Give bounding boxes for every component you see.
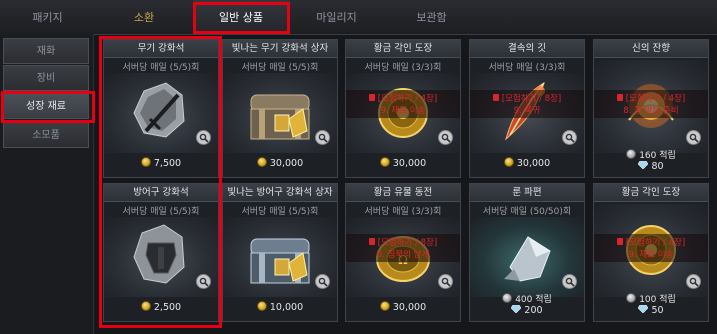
shop-card-bond-feather[interactable]: 결속의 깃 서버당 매일 (3/3)회 [모험하기 / 8장] 9. 폭귀 30…	[469, 39, 585, 178]
card-title: 황금 각인 도장	[594, 184, 708, 202]
zoom-icon[interactable]	[315, 274, 330, 289]
card-mileage: 100 적립	[594, 292, 708, 305]
shop-card-gold-seal[interactable]: 황금 각인 도장 서버당 매일 (3/3)회 [모험하기 / 4장] 9. 재료…	[345, 39, 461, 178]
card-title: 무기 강화석	[104, 40, 218, 58]
lock-requirement: [모험하기 / 4장] 9. 재료 이송	[346, 90, 460, 118]
card-price: 30,000	[470, 157, 584, 169]
card-title: 룬 파편	[470, 184, 584, 202]
sidebar-item-growth-materials[interactable]: 성장 재료	[3, 93, 89, 119]
card-purchase-limit: 서버당 매일 (3/3)회	[364, 63, 442, 73]
zoom-icon[interactable]	[562, 274, 577, 289]
lock-icon	[368, 94, 375, 101]
shop-card-weapon-stone[interactable]: 무기 강화석 서버당 매일 (5/5)회 7,500	[103, 39, 219, 178]
card-price: 10,000	[223, 301, 337, 313]
sidebar-item-consumables[interactable]: 소모품	[3, 122, 89, 148]
gold-coin-icon	[503, 157, 514, 167]
gold-coin-icon	[256, 157, 267, 167]
lock-requirement: [모험하기 / 4장] 9. 재료 이송	[594, 234, 708, 262]
zoom-icon[interactable]	[196, 274, 211, 289]
shop-card-gold-relic-coin[interactable]: 황금 유물 동전 서버당 매일 (3/3)회 Ω [모험하기 / 8장] 6. …	[345, 183, 461, 322]
shop-card-weapon-stone-chest[interactable]: 빛나는 무기 강화석 상자 서버당 매일 (5/5)회 30,000	[222, 39, 338, 178]
gold-coin-icon	[140, 301, 151, 311]
diamond-icon	[511, 305, 522, 313]
card-purchase-limit: 서버당 매일 (5/5)회	[122, 207, 200, 217]
gold-coin-icon	[379, 157, 390, 167]
card-gem-price: 80	[594, 161, 708, 172]
mileage-coin-icon	[502, 293, 513, 303]
card-title: 방어구 강화석	[104, 184, 218, 202]
tab-mileage[interactable]: 마일리지	[289, 0, 384, 34]
lock-icon	[368, 238, 375, 245]
shop-card-armor-stone[interactable]: 방어구 강화석 서버당 매일 (5/5)회 2,500	[103, 183, 219, 322]
card-title: 결속의 깃	[470, 40, 584, 58]
card-price: 7,500	[104, 157, 218, 169]
lock-icon	[492, 94, 499, 101]
card-purchase-limit: 서버당 매일 (3/3)회	[364, 207, 442, 217]
zoom-icon[interactable]	[686, 130, 701, 145]
zoom-icon[interactable]	[438, 274, 453, 289]
shop-card-armor-stone-chest[interactable]: 빛나는 방어구 강화석 상자 서버당 매일 (5/5)회 10,000	[222, 183, 338, 322]
sidebar-item-currency[interactable]: 재화	[3, 38, 89, 64]
zoom-icon[interactable]	[315, 130, 330, 145]
mileage-coin-icon	[626, 293, 637, 303]
lock-icon	[616, 238, 623, 245]
gold-coin-icon	[140, 157, 151, 167]
sidebar-item-equipment[interactable]: 장비	[3, 65, 89, 91]
zoom-icon[interactable]	[438, 130, 453, 145]
gold-coin-icon	[379, 301, 390, 311]
card-mileage: 160 적립	[594, 148, 708, 161]
card-title: 빛나는 무기 강화석 상자	[223, 40, 337, 58]
diamond-icon	[638, 161, 649, 169]
card-purchase-limit: 서버당 매일 (5/5)회	[241, 63, 319, 73]
card-gem-price: 200	[470, 305, 584, 316]
card-title: 빛나는 방어구 강화석 상자	[223, 184, 337, 202]
card-purchase-limit: 서버당 매일 (3/3)회	[488, 63, 566, 73]
category-sidebar: 재화 장비 성장 재료 소모품	[0, 34, 94, 334]
zoom-icon[interactable]	[196, 130, 211, 145]
card-purchase-limit: 서버당 매일 (5/5)회	[122, 63, 200, 73]
card-price: 30,000	[223, 157, 337, 169]
mileage-coin-icon	[626, 149, 637, 159]
shop-card-divine-echo[interactable]: 신의 잔향 [모험하기 / 4장] 8. 잘 알든 준비 160 적립 80	[593, 39, 709, 178]
tab-general-goods[interactable]: 일반 상품	[193, 0, 289, 34]
lock-requirement: [모험하기 / 8장] 9. 폭귀	[470, 90, 584, 118]
card-price: 2,500	[104, 301, 218, 313]
tab-summon[interactable]: 소환	[95, 0, 193, 34]
tab-storage[interactable]: 보관함	[384, 0, 479, 34]
card-title: 신의 잔향	[594, 40, 708, 58]
card-title: 황금 유물 동전	[346, 184, 460, 202]
card-price: 30,000	[346, 301, 460, 313]
tab-package[interactable]: 패키지	[0, 0, 95, 34]
lock-requirement: [모험하기 / 8장] 6. 침묵의 남게	[346, 234, 460, 262]
diamond-icon	[638, 305, 649, 313]
card-gem-price: 50	[594, 305, 708, 316]
card-purchase-limit: 서버당 매일 (5/5)회	[241, 207, 319, 217]
card-purchase-limit: 서버당 매일 (50/50)회	[482, 207, 572, 217]
zoom-icon[interactable]	[686, 274, 701, 289]
shop-card-rune-shard[interactable]: 룬 파편 서버당 매일 (50/50)회 400 적립 200	[469, 183, 585, 322]
top-tab-bar: 패키지 소환 일반 상품 마일리지 보관함	[0, 0, 717, 35]
card-mileage: 400 적립	[470, 292, 584, 305]
card-title: 황금 각인 도장	[346, 40, 460, 58]
lock-icon	[616, 94, 623, 101]
card-price: 30,000	[346, 157, 460, 169]
zoom-icon[interactable]	[562, 130, 577, 145]
shop-card-gold-seal-mileage[interactable]: 황금 각인 도장 [모험하기 / 4장] 9. 재료 이송 100 적립 50	[593, 183, 709, 322]
gold-coin-icon	[256, 301, 267, 311]
lock-requirement: [모험하기 / 4장] 8. 잘 알든 준비	[594, 90, 708, 118]
